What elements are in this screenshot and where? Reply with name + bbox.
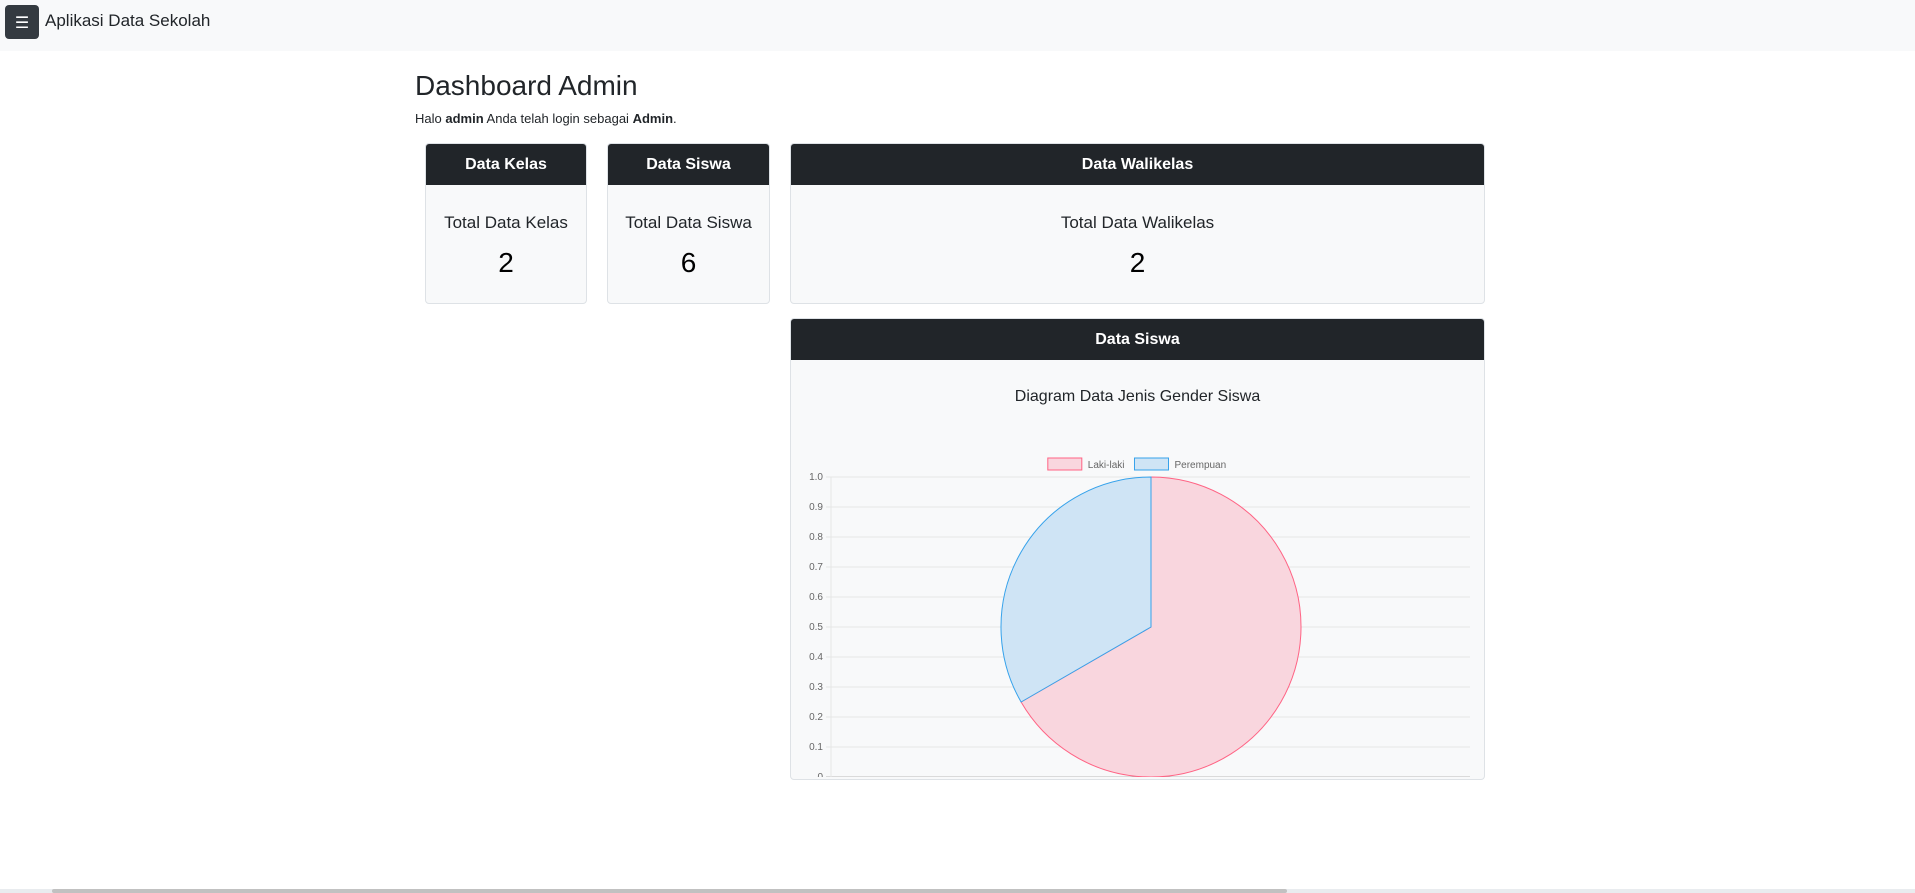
- legend-swatch: [1133, 457, 1169, 471]
- card-header-chart: Data Siswa: [791, 319, 1484, 360]
- card-data-walikelas: Data Walikelas Total Data Walikelas 2: [790, 143, 1485, 304]
- menu-toggle-button[interactable]: ☰: [5, 5, 39, 39]
- card-value-siswa: 6: [680, 247, 697, 278]
- card-chart-siswa: Data Siswa Diagram Data Jenis Gender Sis…: [790, 318, 1485, 780]
- y-tick-label: 0.5: [809, 622, 823, 633]
- y-tick-label: 1.0: [809, 472, 823, 483]
- greeting-username: admin: [445, 111, 484, 126]
- y-tick-label: 0.4: [809, 652, 823, 663]
- y-tick-label: 0.1: [809, 742, 823, 753]
- y-tick-label: 0.3: [809, 682, 823, 693]
- page-title: Dashboard Admin: [415, 70, 638, 101]
- card-value-kelas: 2: [498, 247, 514, 278]
- y-tick-label: 0.7: [809, 562, 823, 573]
- card-header-siswa: Data Siswa: [608, 144, 769, 185]
- greeting-middle: Anda telah login sebagai: [483, 111, 633, 126]
- navbar: ☰ Aplikasi Data Sekolah: [0, 0, 1915, 51]
- card-label-walikelas: Total Data Walikelas: [1060, 213, 1215, 232]
- legend-label: Laki-laki: [1088, 460, 1125, 471]
- card-data-siswa: Data Siswa Total Data Siswa 6: [607, 143, 770, 304]
- greeting-role: Admin: [632, 111, 674, 126]
- greeting-prefix: Halo: [415, 111, 446, 126]
- greeting-text: Halo admin Anda telah login sebagai Admi…: [415, 111, 677, 126]
- y-tick-label: 0: [817, 772, 823, 777]
- card-header-kelas: Data Kelas: [426, 144, 586, 185]
- card-header-walikelas: Data Walikelas: [791, 144, 1484, 185]
- card-value-walikelas: 2: [1129, 247, 1146, 278]
- navbar-brand[interactable]: Aplikasi Data Sekolah: [45, 11, 210, 31]
- horizontal-scrollbar[interactable]: [0, 889, 1915, 893]
- card-label-kelas: Total Data Kelas: [444, 213, 568, 232]
- legend-swatch: [1047, 457, 1083, 471]
- gender-pie-chart: 1.0 0.9 0.8 0.7 0.6 0.5 0.4 0.3 0.2 0.1 0 Laki-laki…: [809, 457, 1470, 777]
- y-tick-label: 0.6: [809, 592, 823, 603]
- legend-label: Perempuan: [1174, 460, 1226, 471]
- y-tick-label: 0.8: [809, 532, 823, 543]
- y-tick-label: 0.9: [809, 502, 823, 513]
- card-data-kelas: Data Kelas Total Data Kelas 2: [425, 143, 587, 304]
- chart-subtitle: Diagram Data Jenis Gender Siswa: [1014, 388, 1261, 405]
- card-label-siswa: Total Data Siswa: [625, 213, 752, 232]
- scrollbar-thumb[interactable]: [52, 889, 1287, 893]
- y-tick-label: 0.2: [809, 712, 823, 723]
- greeting-suffix: .: [673, 111, 677, 126]
- hamburger-icon: ☰: [14, 12, 30, 32]
